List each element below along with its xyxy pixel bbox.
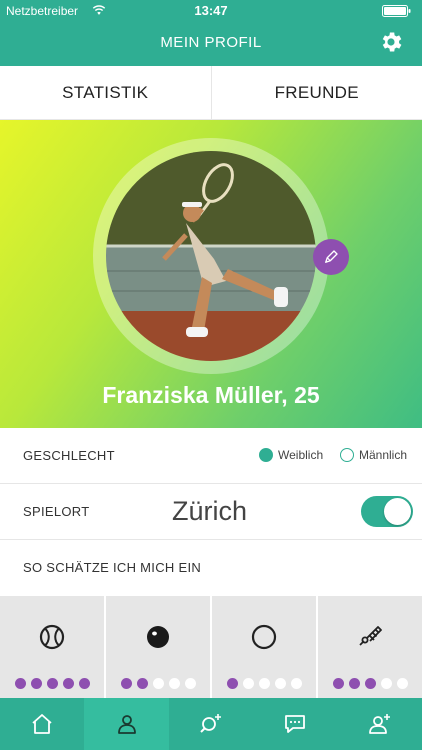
battery-icon: [382, 5, 411, 17]
tabbar-chat[interactable]: [253, 698, 337, 750]
pencil-icon: [325, 250, 338, 263]
place-toggle[interactable]: [361, 496, 413, 527]
tabbar-add-friend[interactable]: [338, 698, 422, 750]
skill-tennis[interactable]: [0, 596, 104, 698]
gender-option-label: Weiblich: [278, 448, 324, 462]
rating-dot: [136, 678, 148, 689]
avatar: [106, 151, 316, 361]
gender-option-male[interactable]: Männlich: [340, 448, 407, 462]
tab-statistik[interactable]: STATISTIK: [0, 66, 211, 119]
add-user-icon: [368, 714, 390, 734]
profile-header: Franziska Müller, 25: [0, 120, 422, 428]
rating-dot: [30, 678, 42, 689]
bottom-tab-bar: [0, 698, 422, 750]
gear-icon[interactable]: [378, 29, 404, 55]
skill-ring[interactable]: [212, 596, 316, 698]
tabbar-home[interactable]: [0, 698, 84, 750]
rating-dot: [226, 678, 238, 689]
rating-dot: [14, 678, 26, 689]
tab-freunde[interactable]: FREUNDE: [210, 66, 422, 119]
rating-dot: [152, 678, 164, 689]
home-icon: [32, 714, 52, 734]
badminton-shuttlecock-icon: [359, 626, 382, 646]
search-add-icon: [200, 714, 222, 733]
skill-rating: [106, 678, 210, 689]
profile-name: Franziska Müller, 25: [102, 382, 320, 408]
skill-rating: [212, 678, 316, 689]
place-value[interactable]: Zürich: [172, 496, 247, 527]
profile-icon: [117, 715, 136, 734]
toggle-knob: [384, 498, 411, 525]
skill-badminton[interactable]: [318, 596, 422, 698]
skills-grid: [0, 596, 422, 698]
rating-dot: [242, 678, 254, 689]
place-row: SPIELORT Zürich: [0, 484, 422, 540]
squash-ball-icon: [147, 626, 169, 648]
gender-row: GESCHLECHT Weiblich Männlich: [0, 428, 422, 484]
ring-icon: [251, 624, 277, 650]
edit-photo-button[interactable]: [313, 239, 349, 275]
gender-option-female[interactable]: Weiblich: [259, 448, 323, 462]
rating-dot: [274, 678, 286, 689]
rating-dot: [78, 678, 90, 689]
rating-dot: [120, 678, 132, 689]
rating-dot: [184, 678, 196, 689]
self-assessment-row: SO SCHÄTZE ICH MICH EIN: [0, 540, 422, 596]
rating-dot: [46, 678, 58, 689]
tabbar-profile[interactable]: [84, 698, 169, 750]
tennis-player-photo: [106, 151, 316, 361]
avatar-ring: [93, 138, 329, 374]
top-bar: Netzbetreiber 13:47 MEIN PROFIL: [0, 0, 422, 66]
radio-unselected-icon: [340, 448, 354, 462]
rating-dot: [348, 678, 360, 689]
tabbar-search[interactable]: [169, 698, 253, 750]
rating-dot: [168, 678, 180, 689]
chat-icon: [285, 715, 306, 733]
rating-dot: [364, 678, 376, 689]
self-assessment-label: SO SCHÄTZE ICH MICH EIN: [23, 560, 202, 575]
rating-dot: [380, 678, 392, 689]
radio-selected-icon: [259, 448, 273, 462]
rating-dot: [290, 678, 302, 689]
status-time: 13:47: [194, 3, 228, 18]
page-title: MEIN PROFIL: [160, 34, 262, 51]
rating-dot: [332, 678, 344, 689]
rating-dot: [396, 678, 408, 689]
skill-rating: [0, 678, 104, 689]
place-label: SPIELORT: [23, 504, 90, 519]
status-bar: Netzbetreiber 13:47: [0, 0, 422, 22]
skill-squash[interactable]: [106, 596, 210, 698]
tennis-ball-icon: [39, 624, 65, 650]
profile-tabs: STATISTIK FREUNDE: [0, 66, 422, 120]
rating-dot: [62, 678, 74, 689]
rating-dot: [258, 678, 270, 689]
gender-label: GESCHLECHT: [23, 448, 115, 463]
skill-rating: [318, 678, 422, 689]
gender-option-label: Männlich: [359, 448, 408, 462]
